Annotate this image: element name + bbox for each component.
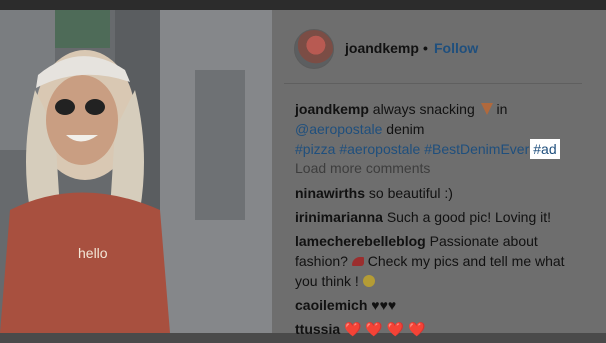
caption-text-2: in bbox=[496, 101, 508, 117]
post-details-panel: joandkemp • Follow joandkemp always snac… bbox=[272, 10, 606, 337]
comment-item: ttussia ❤️ ❤️ ❤️ ❤️ bbox=[295, 319, 590, 339]
comment-text: ❤️ ❤️ ❤️ ❤️ bbox=[344, 321, 426, 337]
comment-list: ninawirths so beautiful :) irinimarianna… bbox=[295, 183, 590, 343]
load-more-comments[interactable]: Load more comments bbox=[295, 160, 430, 176]
caption: joandkemp always snacking in @aeropostal… bbox=[295, 99, 585, 159]
comment-item: caoilemich ♥♥♥ bbox=[295, 295, 590, 315]
comment-username[interactable]: ninawirths bbox=[295, 185, 365, 201]
top-bar bbox=[0, 0, 606, 10]
post-username[interactable]: joandkemp bbox=[345, 40, 419, 56]
caption-username[interactable]: joandkemp bbox=[295, 101, 369, 117]
comment-text: so beautiful :) bbox=[368, 185, 453, 201]
smile-emoji-icon bbox=[362, 275, 375, 287]
comment-username[interactable]: ttussia bbox=[295, 321, 340, 337]
comment-item: ninawirths so beautiful :) bbox=[295, 183, 590, 203]
comment-text: ♥♥♥ bbox=[371, 297, 397, 313]
comment-username[interactable]: irinimarianna bbox=[295, 209, 383, 225]
high-heel-emoji-icon bbox=[351, 257, 364, 266]
ad-hashtag[interactable]: #ad bbox=[530, 139, 560, 159]
photo-illustration: hello bbox=[0, 10, 272, 333]
caption-text-1: always snacking bbox=[372, 101, 475, 117]
avatar[interactable] bbox=[294, 29, 334, 69]
comment-item: irinimarianna Such a good pic! Loving it… bbox=[295, 207, 590, 227]
comment-username[interactable]: caoilemich bbox=[295, 297, 367, 313]
separator-dot: • bbox=[423, 40, 428, 56]
comment-username[interactable]: lamecherebelleblog bbox=[295, 233, 426, 249]
pizza-emoji-icon bbox=[480, 103, 493, 115]
follow-button[interactable]: Follow bbox=[434, 40, 478, 56]
caption-text-3: denim bbox=[386, 121, 425, 137]
post-photo[interactable]: hello bbox=[0, 10, 272, 333]
hashtags[interactable]: #pizza #aeropostale #BestDenimEver bbox=[295, 141, 529, 157]
comment-item: lamecherebelleblog Passionate about fash… bbox=[295, 231, 590, 291]
svg-text:hello: hello bbox=[78, 245, 108, 261]
mention-link[interactable]: @aeropostale bbox=[295, 121, 382, 137]
comment-text: Such a good pic! Loving it! bbox=[386, 209, 552, 225]
header-divider bbox=[284, 83, 582, 84]
